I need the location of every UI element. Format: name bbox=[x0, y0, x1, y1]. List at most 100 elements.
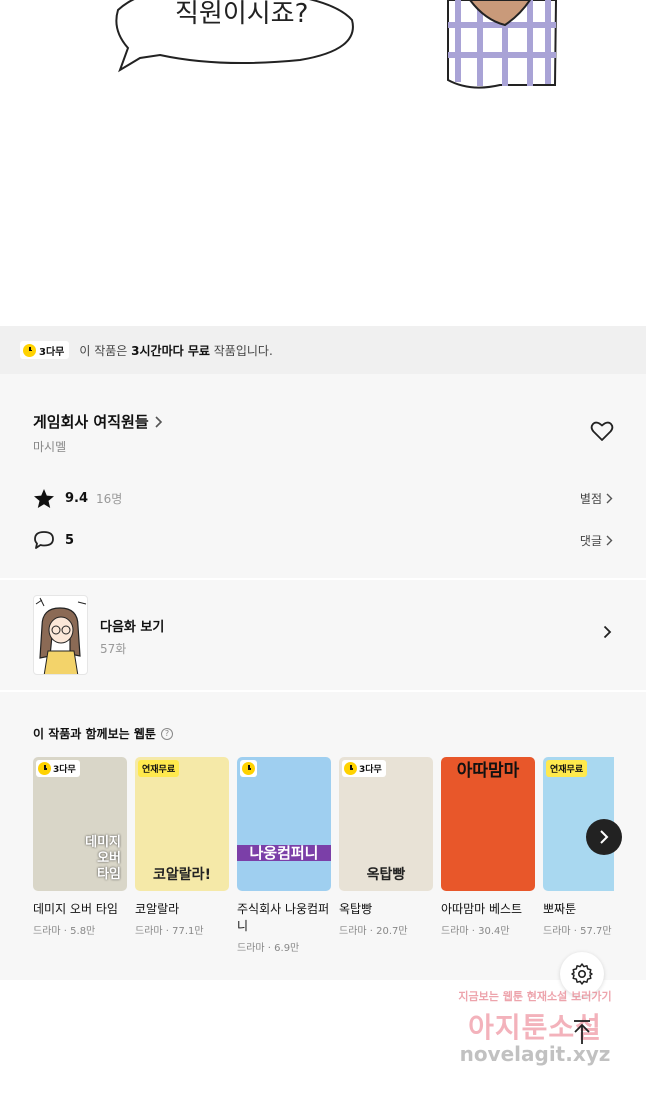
next-episode-label: 다음화 보기 bbox=[100, 620, 165, 635]
comment-icon bbox=[34, 531, 54, 549]
gear-icon bbox=[571, 963, 593, 985]
heart-icon[interactable] bbox=[590, 420, 614, 442]
recommendation-views: 57.7만 bbox=[580, 926, 612, 937]
wait-free-badge: 3다무 bbox=[342, 760, 386, 777]
speech-text: 직원이시죠? bbox=[175, 0, 308, 29]
badge-label: 연재무료 bbox=[550, 765, 584, 775]
next-episode-number: 57화 bbox=[100, 642, 127, 656]
watermark-line1: 지금보는 웹툰 현재소설 보러가기 bbox=[458, 990, 612, 1003]
comment-link[interactable]: 댓글 bbox=[580, 532, 613, 549]
notice-bold: 3시간마다 무료 bbox=[131, 343, 210, 358]
recommendation-genre: 드라마 bbox=[135, 926, 163, 937]
chevron-right-icon bbox=[606, 493, 613, 504]
recommendation-thumbnail: 나웅컴퍼니 bbox=[237, 757, 331, 891]
recommendation-thumbnail: 아따맘마 bbox=[441, 757, 535, 891]
recommendation-title: 옥탑빵 bbox=[339, 902, 373, 916]
star-icon bbox=[34, 489, 54, 508]
recommendation-meta: 드라마 · 30.4만 bbox=[441, 922, 535, 937]
rating-count: 16명 bbox=[96, 492, 123, 506]
free-badge: 연재무료 bbox=[138, 760, 180, 777]
arrow-up-icon bbox=[574, 1020, 590, 1044]
wait-free-badge: 3다무 bbox=[36, 760, 80, 777]
series-title: 게임회사 여직원들 bbox=[33, 413, 149, 431]
series-title-link[interactable]: 게임회사 여직원들 bbox=[33, 411, 163, 432]
recommendation-meta: 드라마 · 6.9만 bbox=[237, 939, 331, 954]
recommendation-title: 뽀짜툰 bbox=[543, 902, 577, 916]
clock-icon bbox=[38, 762, 51, 775]
carousel-next-button[interactable] bbox=[586, 819, 622, 855]
recommendations-section: 이 작품과 함께보는 웹툰 ? 데미지 오버 타임 3다무데미지 오버 타임드라마… bbox=[0, 692, 646, 980]
clock-icon bbox=[242, 762, 255, 775]
badge-label: 연재무료 bbox=[142, 765, 176, 775]
recommendations-title-text: 이 작품과 함께보는 웹툰 bbox=[33, 727, 156, 741]
recommendation-views: 5.8만 bbox=[70, 926, 96, 937]
recommendation-genre: 드라마 bbox=[33, 926, 61, 937]
recommendation-meta: 드라마 · 5.8만 bbox=[33, 922, 127, 937]
comic-panel: 직원이시죠? bbox=[0, 0, 646, 326]
scroll-top-button[interactable] bbox=[562, 1012, 602, 1052]
help-icon[interactable]: ? bbox=[160, 727, 173, 740]
recommendation-genre: 드라마 bbox=[441, 926, 469, 937]
rate-link[interactable]: 별점 bbox=[580, 490, 613, 507]
next-episode-card[interactable]: 다음화 보기 57화 bbox=[0, 580, 646, 690]
recommendation-views: 20.7만 bbox=[376, 926, 408, 937]
recommendation-views: 6.9만 bbox=[274, 943, 300, 954]
notice-text: 이 작품은 3시간마다 무료 작품입니다. bbox=[79, 342, 272, 359]
thumbnail-title-art: 나웅컴퍼니 bbox=[237, 845, 331, 861]
recommendation-meta: 드라마 · 77.1만 bbox=[135, 922, 229, 937]
separator-dot: · bbox=[60, 926, 71, 937]
rate-link-label: 별점 bbox=[579, 492, 602, 506]
recommendation-card[interactable]: 나웅컴퍼니 주식회사 나웅컴퍼니 드라마 · 6.9만 bbox=[237, 757, 331, 954]
badge-label: 3다무 bbox=[53, 765, 76, 775]
recommendation-views: 77.1만 bbox=[172, 926, 204, 937]
recommendation-views: 30.4만 bbox=[478, 926, 510, 937]
recommendation-thumbnail: 옥탑빵 3다무 bbox=[339, 757, 433, 891]
comic-illustration: 직원이시죠? bbox=[115, 0, 558, 89]
chevron-right-icon bbox=[606, 535, 613, 545]
recommendation-card[interactable]: 코알랄라! 연재무료코알랄라드라마 · 77.1만 bbox=[135, 757, 229, 937]
separator-dot: · bbox=[468, 926, 479, 937]
badge-label: 3다무 bbox=[39, 346, 65, 358]
recommendation-genre: 드라마 bbox=[237, 943, 265, 954]
series-author: 마시멜 bbox=[33, 440, 67, 454]
recommendation-thumbnail: 코알랄라! 연재무료 bbox=[135, 757, 229, 891]
free-badge: 연재무료 bbox=[546, 760, 588, 777]
recommendation-title: 데미지 오버 타임 bbox=[33, 902, 118, 916]
chevron-right-icon bbox=[155, 415, 162, 428]
notice-suffix: 작품입니다. bbox=[209, 343, 273, 358]
separator-dot: · bbox=[264, 943, 275, 954]
recommendations-carousel: 데미지 오버 타임 3다무데미지 오버 타임드라마 · 5.8만 코알랄라! 연재무료… bbox=[33, 757, 614, 957]
rating-score: 9.4 bbox=[65, 491, 89, 506]
comment-count: 5 bbox=[65, 532, 75, 548]
recommendation-genre: 드라마 bbox=[339, 926, 367, 937]
chevron-right-icon bbox=[603, 625, 612, 639]
chevron-right-icon bbox=[600, 830, 609, 844]
free-notice-bar: 3다무 이 작품은 3시간마다 무료 작품입니다. bbox=[0, 326, 646, 374]
recommendation-genre: 드라마 bbox=[543, 926, 571, 937]
clock-icon bbox=[344, 762, 357, 775]
comment-link-label: 댓글 bbox=[579, 533, 602, 548]
recommendation-meta: 드라마 · 20.7만 bbox=[339, 922, 433, 937]
recommendation-title: 코알랄라 bbox=[135, 902, 180, 916]
wait-free-badge bbox=[240, 760, 257, 777]
recommendation-title: 아따맘마 베스트 bbox=[441, 902, 523, 916]
wait-free-badge: 3다무 bbox=[20, 341, 70, 359]
recommendation-meta: 드라마 · 57.7만 bbox=[543, 922, 614, 937]
rating-row: 9.4 16명 별점 bbox=[33, 488, 613, 509]
notice-prefix: 이 작품은 bbox=[79, 343, 132, 358]
separator-dot: · bbox=[162, 926, 173, 937]
thumbnail-title-art: 옥탑빵 bbox=[366, 867, 406, 883]
separator-dot: · bbox=[366, 926, 377, 937]
recommendations-title: 이 작품과 함께보는 웹툰 ? bbox=[33, 725, 173, 742]
recommendation-card[interactable]: 옥탑빵 3다무옥탑빵드라마 · 20.7만 bbox=[339, 757, 433, 937]
series-info: 게임회사 여직원들 마시멜 9.4 16명 별점 5 댓글 bbox=[0, 374, 646, 578]
separator-dot: · bbox=[570, 926, 581, 937]
thumbnail-title-art: 데미지 오버 타임 bbox=[85, 835, 121, 882]
recommendation-thumbnail: 데미지 오버 타임 3다무 bbox=[33, 757, 127, 891]
thumbnail-title-art: 아따맘마 bbox=[456, 761, 520, 781]
next-episode-thumbnail bbox=[33, 595, 88, 675]
recommendation-card[interactable]: 아따맘마아따맘마 베스트드라마 · 30.4만 bbox=[441, 757, 535, 937]
clock-icon bbox=[23, 343, 36, 357]
recommendation-card[interactable]: 데미지 오버 타임 3다무데미지 오버 타임드라마 · 5.8만 bbox=[33, 757, 127, 937]
thumbnail-title-art: 코알랄라! bbox=[153, 867, 211, 883]
